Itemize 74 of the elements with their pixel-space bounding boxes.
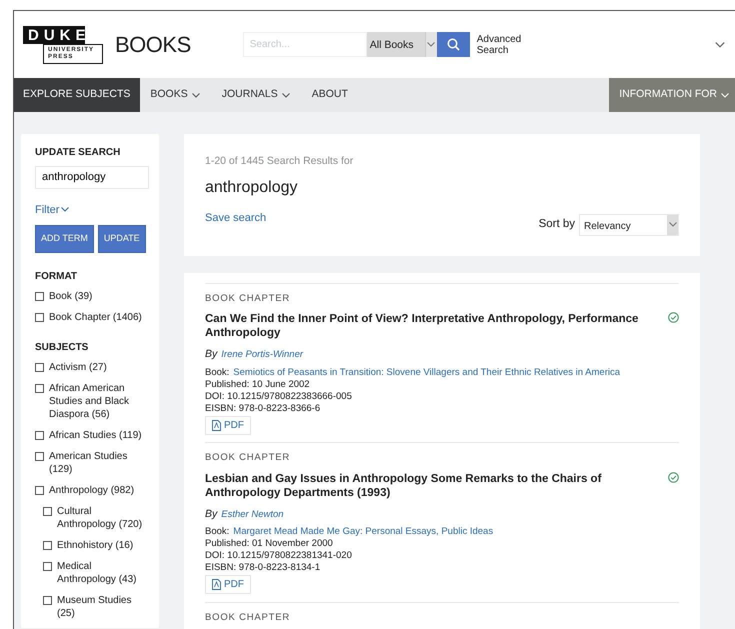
facet-heading: FORMAT: [35, 270, 78, 284]
published-date: Published: 01 November 2000: [205, 538, 334, 550]
checkbox[interactable]: [35, 430, 44, 440]
book-link[interactable]: Margaret Mead Made Me Gay: Personal Essays, Public Ideas: [233, 526, 494, 538]
doi-text: DOI: 10.1215/9780822383666-005: [205, 390, 353, 403]
sidebar-button[interactable]: UPDATE: [98, 225, 146, 252]
advanced-search-link[interactable]: Advanced Search: [476, 34, 527, 56]
pdf-file-icon: [212, 579, 221, 590]
chevron-down-icon: [668, 222, 676, 228]
checkbox[interactable]: [43, 596, 52, 604]
facet-label: Cultural Anthropology (720): [57, 504, 144, 530]
facet-label: Museum Studies (25): [57, 594, 132, 620]
facet-label: African Studies (119): [49, 428, 142, 442]
search-field[interactable]: Search...: [242, 32, 367, 57]
checkbox[interactable]: [35, 452, 44, 460]
author-link[interactable]: Esther Newton: [221, 508, 284, 522]
nav-tab[interactable]: BOOKS: [140, 78, 212, 112]
logo-wordmark: DUKE: [23, 26, 85, 44]
facet-label: Activism (27): [49, 360, 107, 374]
chevron-down-icon: [61, 207, 70, 212]
result-type: BOOK CHAPTER: [205, 451, 292, 466]
information-for-menu[interactable]: INFORMATION FOR: [609, 78, 735, 112]
pdf-button[interactable]: PDF: [205, 575, 251, 594]
nav-tab[interactable]: ABOUT: [302, 78, 360, 112]
search-button[interactable]: [436, 32, 470, 57]
result-title[interactable]: Lesbian and Gay Issues in Anthropology Some Remarks to the Chairs of Anthropology Departments (1993): [205, 472, 652, 500]
chevron-down-icon: [427, 42, 436, 47]
facet-label: Book Chapter (1406): [49, 310, 142, 324]
doi-text: DOI: 10.1215/9780822381341-020: [205, 550, 353, 562]
facet-label: African American Studies and Black Diaspora (56): [49, 382, 130, 420]
pdf-file-icon: [212, 420, 221, 431]
search-icon: [446, 38, 460, 51]
published-date: Published: 10 June 2002: [205, 378, 311, 391]
search-query: anthropology: [205, 178, 299, 198]
results-summary: 1-20 of 1445 Search Results for: [205, 154, 354, 169]
checkbox[interactable]: [35, 384, 44, 392]
book-link[interactable]: Semiotics of Peasants in Transition: Slovene Villagers and Their Ethnic Relatives in America: [233, 366, 620, 379]
eisbn-text: EISBN: 978-0-8223-8134-1: [205, 562, 322, 574]
save-search-link[interactable]: Save search: [205, 210, 266, 226]
search-term-field[interactable]: anthropology: [35, 166, 149, 188]
eisbn-text: EISBN: 978-0-8223-8366-6: [205, 402, 322, 415]
checkbox[interactable]: [35, 292, 44, 300]
by-label: By: [205, 506, 218, 522]
sidebar-button[interactable]: ADD TERM: [35, 225, 94, 252]
scope-dropdown-button[interactable]: [424, 32, 437, 57]
site-title: BOOKS: [115, 31, 191, 59]
menu-chevron-icon[interactable]: [715, 42, 725, 48]
sort-select[interactable]: Relevancy: [579, 214, 679, 236]
filter-toggle[interactable]: Filter: [35, 202, 70, 218]
checkbox[interactable]: [43, 540, 52, 550]
facet-label: Ethnohistory (16): [57, 538, 134, 552]
sidebar-heading: UPDATE SEARCH: [35, 146, 122, 160]
facet-label: Book (39): [49, 290, 92, 302]
facet-heading: SUBJECTS: [35, 340, 90, 354]
checkbox[interactable]: [43, 506, 52, 516]
scope-select[interactable]: All Books: [366, 32, 425, 57]
result-type: BOOK CHAPTER: [205, 292, 292, 306]
book-label: Book:: [205, 526, 230, 538]
book-label: Book:: [205, 366, 230, 379]
sort-label: Sort by: [538, 217, 575, 232]
facet-label: American Studies (129): [49, 450, 128, 476]
facet-label: Medical Anthropology (43): [57, 560, 138, 586]
checkbox[interactable]: [35, 486, 44, 494]
result-type: BOOK CHAPTER: [205, 610, 292, 625]
checkbox[interactable]: [35, 312, 44, 322]
checkbox[interactable]: [43, 562, 52, 570]
author-link[interactable]: Irene Portis-Winner: [221, 348, 304, 362]
by-label: By: [205, 347, 218, 362]
nav-tab[interactable]: JOURNALS: [212, 78, 302, 112]
pdf-button[interactable]: PDF: [205, 416, 251, 435]
nav-tab[interactable]: EXPLORE SUBJECTS: [14, 78, 140, 112]
facet-label: Anthropology (982): [49, 484, 134, 496]
checkbox[interactable]: [35, 362, 44, 372]
result-title[interactable]: Can We Find the Inner Point of View? Interpretative Anthropology, Performance Anthropology: [205, 312, 652, 340]
